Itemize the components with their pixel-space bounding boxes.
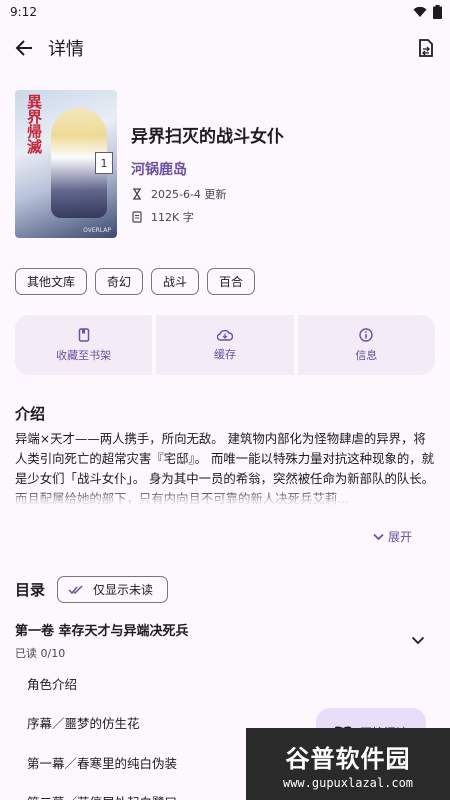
chapter-item[interactable]: 第一幕／春寒里的纯白伪装 [27,753,177,772]
toc-heading: 目录 [15,581,46,599]
site-watermark: 谷普软件园 www.gupuxlazal.com [246,728,450,800]
tag-list: 其他文库 奇幻 战斗 百合 [15,268,256,295]
battery-icon [433,5,442,19]
volume-progress: 已读 0/10 [15,647,66,660]
wifi-icon [413,6,427,17]
watermark-url: www.gupuxlazal.com [282,775,414,790]
volume-title: 第一卷 幸存天才与异端决死兵 [15,624,189,639]
book-header: 異界帰滅 1 OVERLAP 异界扫灭的战斗女仆 河锅鹿岛 2025-6-4 更… [15,90,435,240]
info-button[interactable]: 信息 [297,315,435,375]
tag-chip[interactable]: 战斗 [151,268,200,295]
file-swap-icon [419,39,433,57]
word-count: 112K 字 [151,211,194,224]
cover-publisher: OVERLAP [83,227,111,234]
status-bar: 9:12 [0,0,450,24]
export-button[interactable] [412,34,440,62]
hourglass-icon [131,188,143,200]
intro-heading: 介绍 [15,405,46,423]
tag-chip[interactable]: 其他文库 [15,268,88,295]
info-icon [359,327,374,342]
tag-chip[interactable]: 奇幻 [95,268,144,295]
bookshelf-label: 收藏至书架 [56,348,112,362]
chapter-item[interactable]: 序幕／噩梦的仿生花 [27,713,140,732]
cover-volume: 1 [95,152,113,174]
watermark-title: 谷普软件园 [285,744,411,773]
book-meta: 异界扫灭的战斗女仆 河锅鹿岛 2025-6-4 更新 112K 字 [131,90,284,240]
chapter-item[interactable]: 角色介绍 [27,674,77,693]
chapter-item[interactable]: 第二幕／花停居处起白鹭曰 [27,792,177,800]
cache-button[interactable]: 缓存 [156,315,294,375]
volume-item[interactable]: 第一卷 幸存天才与异端决死兵 已读 0/10 [15,620,435,661]
unread-filter-chip[interactable]: 仅显示未读 [57,576,169,603]
cache-label: 缓存 [213,347,236,361]
back-button[interactable] [10,34,38,62]
cloud-download-icon [216,329,233,341]
chevron-down-icon [373,533,384,540]
tag-chip[interactable]: 百合 [207,268,256,295]
arrow-back-icon [15,40,32,56]
action-bar: 收藏至书架 缓存 信息 [15,315,435,375]
unread-filter-label: 仅显示未读 [93,583,154,597]
page-title: 详情 [48,39,84,60]
expand-button[interactable]: 展开 [373,528,412,545]
document-icon [131,211,143,223]
double-check-icon [68,584,83,594]
add-to-bookshelf-button[interactable]: 收藏至书架 [15,315,153,375]
app-bar: 详情 [0,28,450,68]
intro-fade [15,489,435,511]
expand-label: 展开 [388,530,413,544]
update-date: 2025-6-4 更新 [151,188,227,201]
book-title: 异界扫灭的战斗女仆 [131,127,284,147]
info-label: 信息 [355,348,378,362]
chevron-down-icon[interactable] [411,630,425,649]
toc-header: 目录 仅显示未读 [15,576,169,603]
bookmark-icon [78,327,89,342]
book-author[interactable]: 河锅鹿岛 [131,159,284,179]
status-time: 9:12 [10,5,37,19]
book-cover[interactable]: 異界帰滅 1 OVERLAP [15,90,117,238]
cover-title: 異界帰滅 [25,94,43,154]
